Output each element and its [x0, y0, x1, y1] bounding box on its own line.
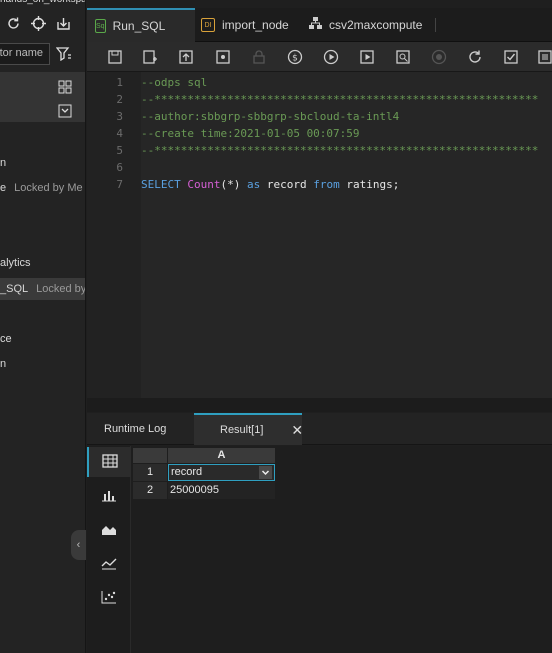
editor-tab-bar: Sq Run_SQL DI import_node csv2maxcompute — [87, 8, 552, 42]
code-line: --**************************************… — [141, 144, 539, 157]
sidebar-item[interactable]: n — [0, 358, 6, 370]
grid-corner — [133, 448, 167, 463]
table-view-button[interactable] — [87, 447, 131, 477]
sql-function: Count — [187, 178, 221, 191]
collapse-all-icon[interactable] — [58, 104, 72, 121]
row-number: 2 — [133, 482, 167, 499]
row-number: 1 — [133, 464, 167, 481]
save-as-icon[interactable] — [142, 49, 158, 65]
sidebar-item[interactable]: e Locked by Me — [0, 182, 83, 194]
sidebar-item[interactable]: alytics — [0, 257, 31, 269]
publish-icon[interactable] — [215, 49, 231, 65]
line-chart-view-button[interactable] — [87, 549, 131, 579]
tab-label: Result[1] — [220, 424, 264, 436]
sql-keyword: as — [247, 178, 261, 191]
tab-runtime-log[interactable]: Runtime Log — [87, 413, 194, 445]
line-number: 3 — [116, 110, 123, 123]
cell-value: record — [171, 466, 203, 478]
data-integration-icon: DI — [201, 18, 215, 32]
reload-icon[interactable] — [467, 49, 483, 65]
collapse-sidebar-button[interactable]: ‹ — [71, 530, 86, 560]
code-line: --create time:2021-01-05 00:07:59 — [141, 127, 360, 140]
sql-keyword: SELECT — [141, 178, 181, 191]
sidebar-icon-row — [6, 16, 71, 31]
tab-label: Runtime Log — [104, 423, 167, 435]
chevron-left-icon: ‹ — [76, 539, 81, 551]
code-line-select: SELECT Count(*) as record from ratings; — [141, 178, 552, 191]
table-cell[interactable]: 25000095 — [168, 482, 275, 499]
operator-search-input[interactable]: ator name — [0, 43, 50, 65]
preview-icon[interactable] — [395, 49, 411, 65]
sql-args: (*) — [220, 178, 241, 191]
run-icon[interactable] — [323, 49, 339, 65]
scatter-chart-icon — [101, 590, 117, 607]
stop-icon — [431, 49, 447, 65]
submit-icon[interactable] — [178, 49, 194, 65]
tab-label: import_node — [222, 18, 289, 32]
bar-chart-icon — [101, 488, 117, 505]
sidebar-header-band — [0, 72, 85, 122]
tab-label: csv2maxcompute — [329, 18, 423, 32]
line-number: 1 — [116, 76, 123, 89]
run-with-params-icon[interactable] — [359, 49, 375, 65]
import-icon[interactable] — [56, 16, 71, 31]
line-chart-icon — [101, 556, 117, 573]
result-view-switcher — [87, 446, 131, 653]
line-number: 6 — [116, 161, 123, 174]
locate-icon[interactable] — [31, 16, 46, 31]
sql-keyword: from — [313, 178, 340, 191]
tab-label: Run_SQL — [112, 19, 166, 33]
refresh-icon[interactable] — [6, 16, 21, 31]
workspace-title: hands_on_workspace — [0, 0, 85, 5]
sql-table: ratings; — [346, 178, 400, 191]
line-number: 2 — [116, 93, 123, 106]
sql-alias: record — [266, 178, 307, 191]
lock-status: Locked by Me — [14, 182, 83, 194]
sidebar-item-run-sql[interactable]: _SQLLocked by M — [0, 283, 86, 295]
area-chart-view-button[interactable] — [87, 515, 131, 545]
tab-import-node[interactable]: DI import_node — [201, 8, 301, 42]
tab-csv2maxcompute[interactable]: csv2maxcompute — [309, 8, 439, 42]
more-icon[interactable] — [537, 49, 552, 65]
table-icon — [102, 453, 118, 471]
workflow-icon — [309, 17, 322, 33]
chevron-down-icon[interactable] — [259, 466, 272, 479]
sidebar-item[interactable]: ce — [0, 333, 12, 345]
tab-result-1[interactable]: Result[1] ✕ — [194, 413, 303, 445]
line-number: 5 — [116, 144, 123, 157]
scatter-view-button[interactable] — [87, 583, 131, 613]
sql-editor[interactable]: 1 2 3 4 5 6 7 --odps sql --*************… — [87, 72, 552, 398]
code-line: --odps sql — [141, 76, 208, 89]
filter-icon[interactable] — [55, 47, 72, 62]
editor-toolbar: $ — [87, 42, 552, 72]
tab-divider — [435, 18, 436, 32]
close-icon[interactable]: ✕ — [291, 422, 303, 439]
bar-chart-view-button[interactable] — [87, 481, 131, 511]
tab-run-sql[interactable]: Sq Run_SQL — [87, 8, 195, 42]
svg-text:$: $ — [292, 54, 298, 64]
area-chart-icon — [101, 522, 117, 539]
cost-estimate-icon[interactable]: $ — [287, 49, 303, 65]
sidebar-item[interactable]: n — [0, 157, 6, 169]
panel-resize-handle[interactable] — [87, 398, 552, 412]
format-icon[interactable] — [503, 49, 519, 65]
code-line: --author:sbbgrp-sbbgrp-sbcloud-ta-intl4 — [141, 110, 400, 123]
code-line: --**************************************… — [141, 93, 539, 106]
line-number: 7 — [116, 178, 123, 191]
result-tab-bar: Runtime Log Result[1] ✕ — [87, 413, 552, 445]
result-grid: A 1 record 2 25000095 — [131, 446, 552, 653]
save-icon[interactable] — [107, 49, 123, 65]
grid-view-icon[interactable] — [58, 80, 72, 97]
column-header[interactable]: A — [168, 448, 275, 463]
lock-status: Locked by M — [36, 283, 86, 295]
lock-icon — [251, 49, 267, 65]
sql-node-icon: Sq — [95, 19, 106, 33]
line-number: 4 — [116, 127, 123, 140]
table-cell[interactable]: record — [168, 464, 275, 481]
